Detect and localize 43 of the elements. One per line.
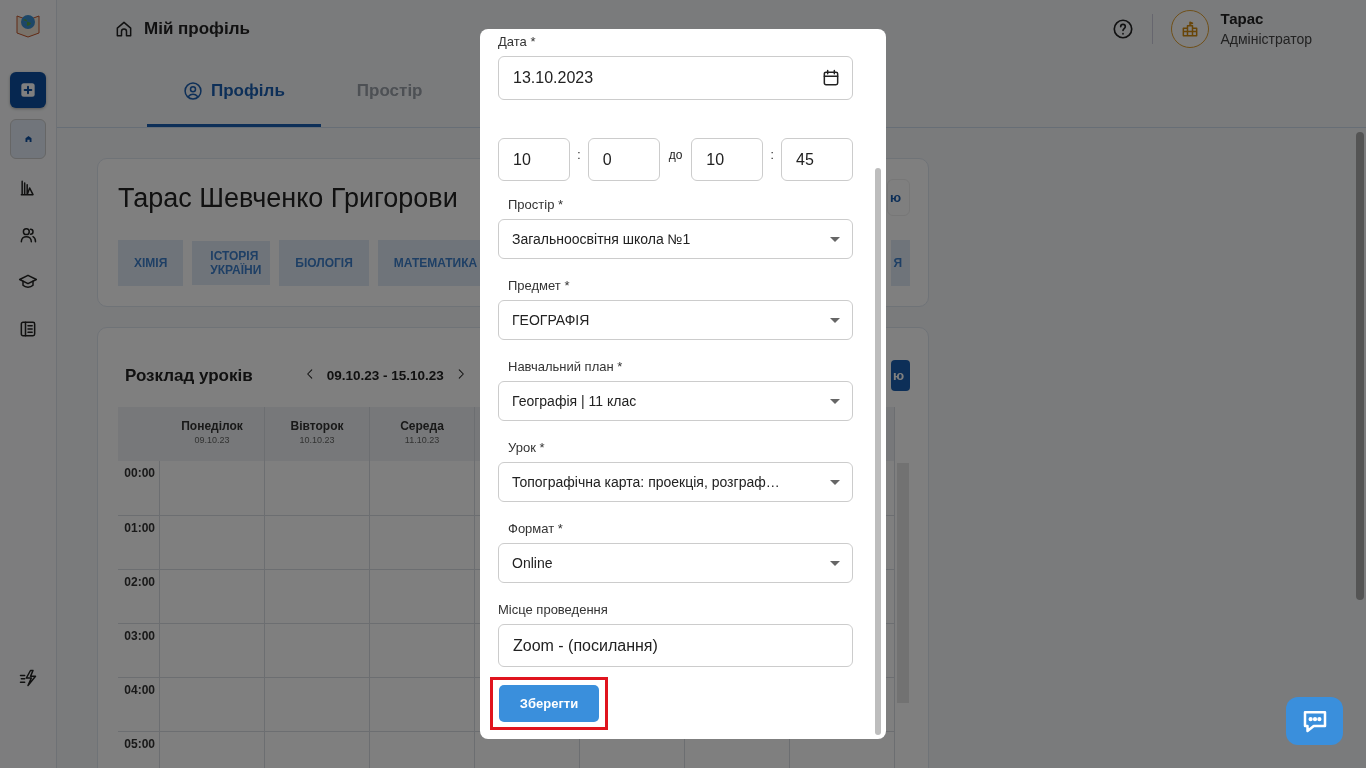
time-separator: : — [576, 148, 582, 162]
date-range: 09.10.23 - 15.10.23 — [326, 368, 444, 383]
time-label: 01:00 — [118, 515, 160, 569]
time-label: 00:00 — [118, 461, 160, 515]
location-field[interactable]: Zoom - (посилання) — [498, 624, 853, 667]
time-label: 05:00 — [118, 731, 160, 768]
field-label: Предмет * — [508, 278, 570, 293]
subject-tag: ІСТОРІЯ УКРАЇНИ — [192, 241, 271, 285]
select-field[interactable]: ГЕОГРАФІЯ — [498, 300, 853, 340]
field-label: Формат * — [508, 521, 563, 536]
time-label: 04:00 — [118, 677, 160, 731]
select-field[interactable]: Географія | 11 клас — [498, 381, 853, 421]
hour-field[interactable]: 10 — [691, 138, 764, 181]
profile-name: Тарас Шевченко Григорови — [118, 183, 458, 214]
time-label: 02:00 — [118, 569, 160, 623]
day-name: Середа — [400, 419, 444, 433]
user-role: Адміністратор — [1220, 31, 1312, 47]
subject-tag: БІОЛОГІЯ — [279, 240, 369, 286]
field-label: Простір * — [508, 197, 564, 212]
schedule-title: Розклад уроків — [125, 365, 253, 386]
minute-field[interactable]: 0 — [587, 138, 660, 181]
user-name: Тарас — [1220, 10, 1265, 27]
select-field[interactable]: Загальноосвітня школа №1 — [498, 219, 853, 259]
select-field[interactable]: Online — [498, 543, 853, 583]
field-label: Урок * — [508, 440, 545, 455]
field-label: Місце проведення — [498, 602, 608, 617]
to-label: до — [667, 148, 684, 162]
day-name: Вівторок — [290, 419, 344, 433]
day-date: 10.10.23 — [299, 435, 335, 445]
time-label: 03:00 — [118, 623, 160, 677]
day-date: 11.10.23 — [404, 435, 440, 445]
subject-tag: Я — [891, 240, 910, 286]
subject-tag: ХІМІЯ — [118, 240, 184, 286]
field-label: Навчальний план * — [508, 359, 623, 374]
select-field[interactable]: Топографічна карта: проекція, розграф… — [498, 462, 853, 502]
day-name: Понеділок — [181, 419, 243, 433]
time-separator: : — [769, 148, 775, 162]
field-label: Дата * — [498, 34, 536, 49]
minute-field[interactable]: 45 — [781, 138, 853, 181]
day-date: 09.10.23 — [194, 435, 230, 445]
hour-field[interactable]: 10 — [498, 138, 570, 181]
date-field[interactable]: 13.10.2023 — [498, 56, 853, 100]
page-title: Мій профіль — [144, 18, 250, 39]
